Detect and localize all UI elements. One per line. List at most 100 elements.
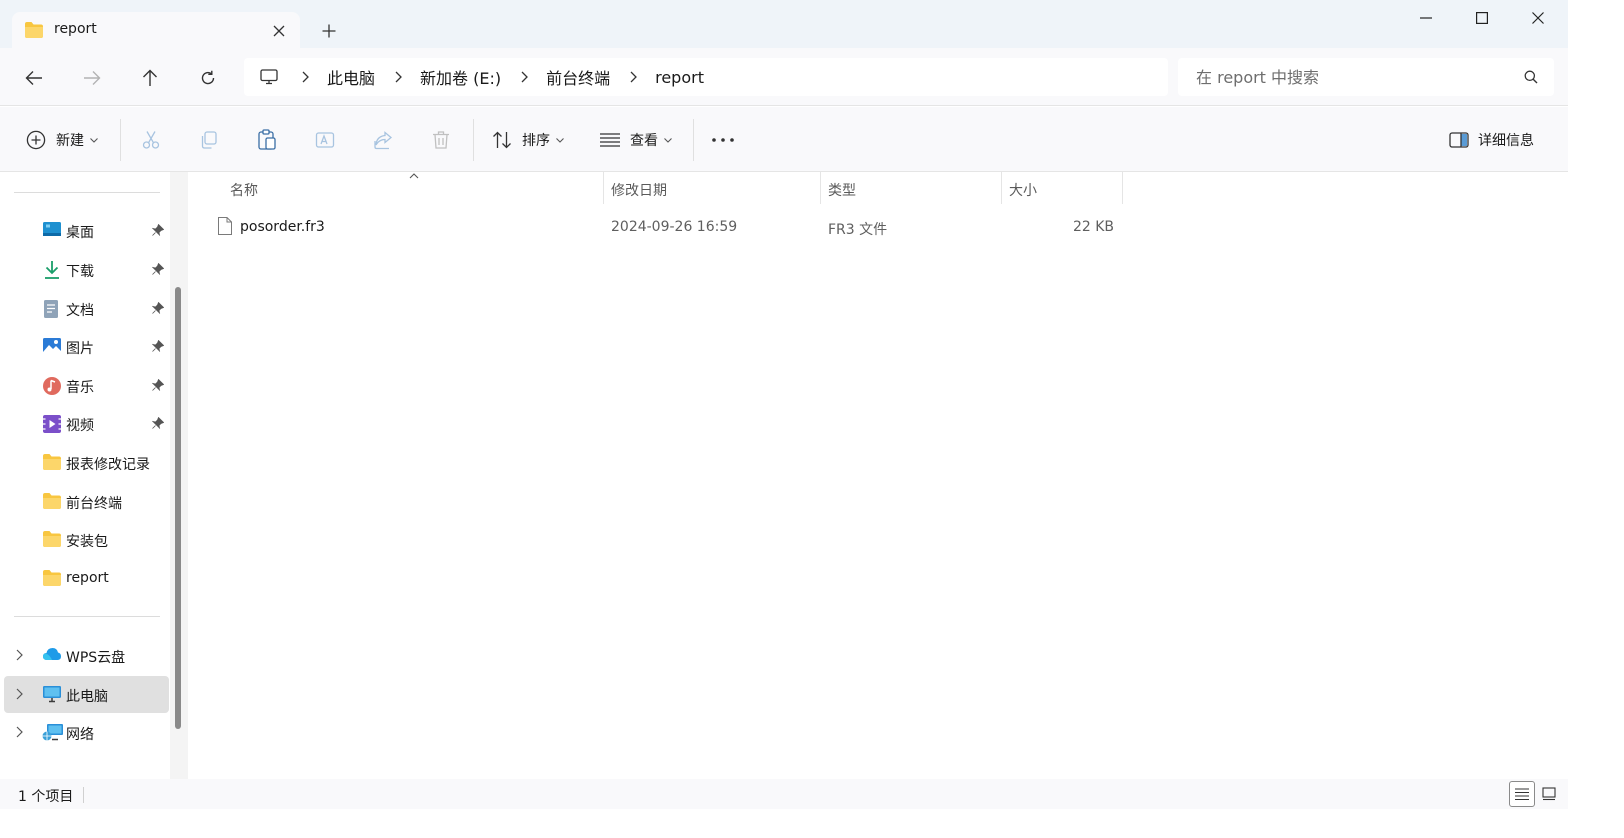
back-button[interactable] bbox=[18, 62, 50, 94]
scissors-icon bbox=[141, 130, 161, 150]
sidebar-item-label: 此电脑 bbox=[66, 689, 108, 705]
rename-button[interactable] bbox=[315, 125, 335, 155]
pin-icon[interactable] bbox=[152, 263, 164, 275]
forward-button[interactable] bbox=[76, 62, 108, 94]
tab-title: report bbox=[54, 21, 97, 37]
refresh-button[interactable] bbox=[192, 62, 224, 94]
close-icon bbox=[273, 25, 285, 37]
pin-icon[interactable] bbox=[152, 379, 164, 391]
file-list-view[interactable]: 名称 修改日期 类型 大小 posorder.fr3 2024-09-26 16… bbox=[189, 172, 1568, 779]
add-circle-icon bbox=[26, 130, 46, 150]
chevron-right-icon[interactable] bbox=[16, 649, 23, 661]
refresh-icon bbox=[201, 70, 215, 85]
sort-button[interactable]: 排序 bbox=[492, 125, 564, 155]
sidebar-item-downloads[interactable]: 下载 bbox=[4, 251, 169, 288]
close-tab-button[interactable] bbox=[268, 20, 290, 42]
sidebar-item-installers[interactable]: 安装包 bbox=[4, 521, 169, 558]
new-button[interactable]: 新建 bbox=[26, 125, 98, 155]
address-bar[interactable]: 此电脑 新加卷 (E:) 前台终端 report bbox=[244, 58, 1168, 96]
arrow-left-icon bbox=[25, 71, 42, 85]
sort-icon bbox=[492, 131, 512, 149]
breadcrumb-this-pc[interactable]: 此电脑 bbox=[327, 65, 375, 89]
copy-button[interactable] bbox=[199, 125, 219, 155]
navigation-bar: 此电脑 新加卷 (E:) 前台终端 report bbox=[0, 48, 1568, 106]
new-tab-button[interactable] bbox=[316, 18, 342, 44]
chevron-right-icon[interactable] bbox=[16, 726, 23, 738]
pin-icon[interactable] bbox=[152, 340, 164, 352]
column-divider[interactable] bbox=[603, 172, 604, 204]
sidebar-item-label: 前台终端 bbox=[66, 496, 122, 512]
more-options-button[interactable] bbox=[712, 125, 734, 155]
toolbar-divider bbox=[693, 119, 694, 161]
details-pane-label: 详细信息 bbox=[1478, 133, 1534, 149]
column-divider[interactable] bbox=[1001, 172, 1002, 204]
details-pane-icon bbox=[1449, 132, 1469, 148]
title-bar: report bbox=[0, 0, 1568, 48]
chevron-right-icon bbox=[395, 71, 402, 83]
column-divider[interactable] bbox=[820, 172, 821, 204]
maximize-button[interactable] bbox=[1454, 0, 1510, 36]
sidebar-item-network[interactable]: 网络 bbox=[4, 714, 169, 751]
column-header-size[interactable]: 大小 bbox=[1009, 180, 1037, 200]
new-button-label: 新建 bbox=[56, 133, 84, 149]
chevron-right-icon[interactable] bbox=[16, 688, 23, 700]
up-button[interactable] bbox=[134, 62, 166, 94]
search-box[interactable] bbox=[1178, 58, 1554, 96]
pin-icon[interactable] bbox=[152, 224, 164, 236]
breadcrumb-current[interactable]: report bbox=[655, 68, 704, 87]
sidebar-item-label: 报表修改记录 bbox=[66, 457, 150, 473]
more-horizontal-icon bbox=[712, 138, 734, 142]
details-view-button[interactable] bbox=[1509, 781, 1535, 807]
sidebar-item-front-terminal[interactable]: 前台终端 bbox=[4, 483, 169, 520]
sidebar-item-report[interactable]: report bbox=[4, 560, 169, 597]
sidebar-item-videos[interactable]: 视频 bbox=[4, 405, 169, 442]
breadcrumb-folder[interactable]: 前台终端 bbox=[546, 65, 610, 89]
file-name[interactable]: posorder.fr3 bbox=[240, 219, 325, 235]
sidebar-item-label: 桌面 bbox=[66, 225, 94, 241]
sidebar-item-label: 图片 bbox=[66, 341, 94, 357]
tiles-view-button[interactable] bbox=[1536, 781, 1562, 807]
view-button[interactable]: 查看 bbox=[600, 125, 672, 155]
sort-button-label: 排序 bbox=[522, 133, 550, 149]
sidebar-item-this-pc[interactable]: 此电脑 bbox=[4, 676, 169, 713]
sidebar-item-pictures[interactable]: 图片 bbox=[4, 328, 169, 365]
sidebar-item-label: WPS云盘 bbox=[66, 650, 126, 666]
copy-icon bbox=[199, 130, 219, 150]
column-header-modified[interactable]: 修改日期 bbox=[611, 180, 667, 200]
chevron-down-icon bbox=[664, 137, 672, 143]
table-row[interactable]: posorder.fr3 2024-09-26 16:59 FR3 文件 22 … bbox=[189, 212, 1129, 242]
column-divider[interactable] bbox=[1122, 172, 1123, 204]
sidebar-scrollbar-thumb[interactable] bbox=[175, 287, 181, 729]
pin-icon[interactable] bbox=[152, 302, 164, 314]
folder-icon bbox=[42, 530, 62, 548]
sidebar-item-music[interactable]: 音乐 bbox=[4, 367, 169, 404]
sidebar-divider bbox=[14, 192, 160, 193]
tab-report[interactable]: report bbox=[12, 12, 300, 48]
videos-icon bbox=[42, 414, 62, 434]
close-window-button[interactable] bbox=[1510, 0, 1566, 36]
delete-button[interactable] bbox=[431, 125, 451, 155]
minimize-button[interactable] bbox=[1398, 0, 1454, 36]
maximize-icon bbox=[1476, 12, 1488, 24]
tiles-view-icon bbox=[1542, 787, 1556, 801]
cut-button[interactable] bbox=[141, 125, 161, 155]
search-icon[interactable] bbox=[1524, 70, 1538, 84]
search-input[interactable] bbox=[1178, 58, 1508, 96]
arrow-up-icon bbox=[143, 69, 157, 86]
column-header-type[interactable]: 类型 bbox=[828, 180, 856, 200]
column-header-name[interactable]: 名称 bbox=[230, 180, 258, 200]
share-button[interactable] bbox=[373, 125, 393, 155]
sidebar-item-documents[interactable]: 文档 bbox=[4, 290, 169, 327]
rename-icon bbox=[315, 130, 335, 150]
network-icon bbox=[42, 723, 64, 743]
chevron-right-icon bbox=[521, 71, 529, 83]
breadcrumb-drive[interactable]: 新加卷 (E:) bbox=[420, 65, 501, 89]
paste-button[interactable] bbox=[257, 125, 277, 155]
pin-icon[interactable] bbox=[152, 417, 164, 429]
sidebar-item-desktop[interactable]: 桌面 bbox=[4, 212, 169, 249]
sidebar-item-wps-cloud[interactable]: WPS云盘 bbox=[4, 637, 169, 674]
status-divider bbox=[83, 787, 84, 803]
details-pane-button[interactable]: 详细信息 bbox=[1449, 125, 1534, 155]
navigation-pane: 桌面 下载 文档 图片 音乐 视频 报表修改记录 前台终端 安装包 report… bbox=[0, 172, 188, 779]
sidebar-item-report-changelog[interactable]: 报表修改记录 bbox=[4, 444, 169, 481]
